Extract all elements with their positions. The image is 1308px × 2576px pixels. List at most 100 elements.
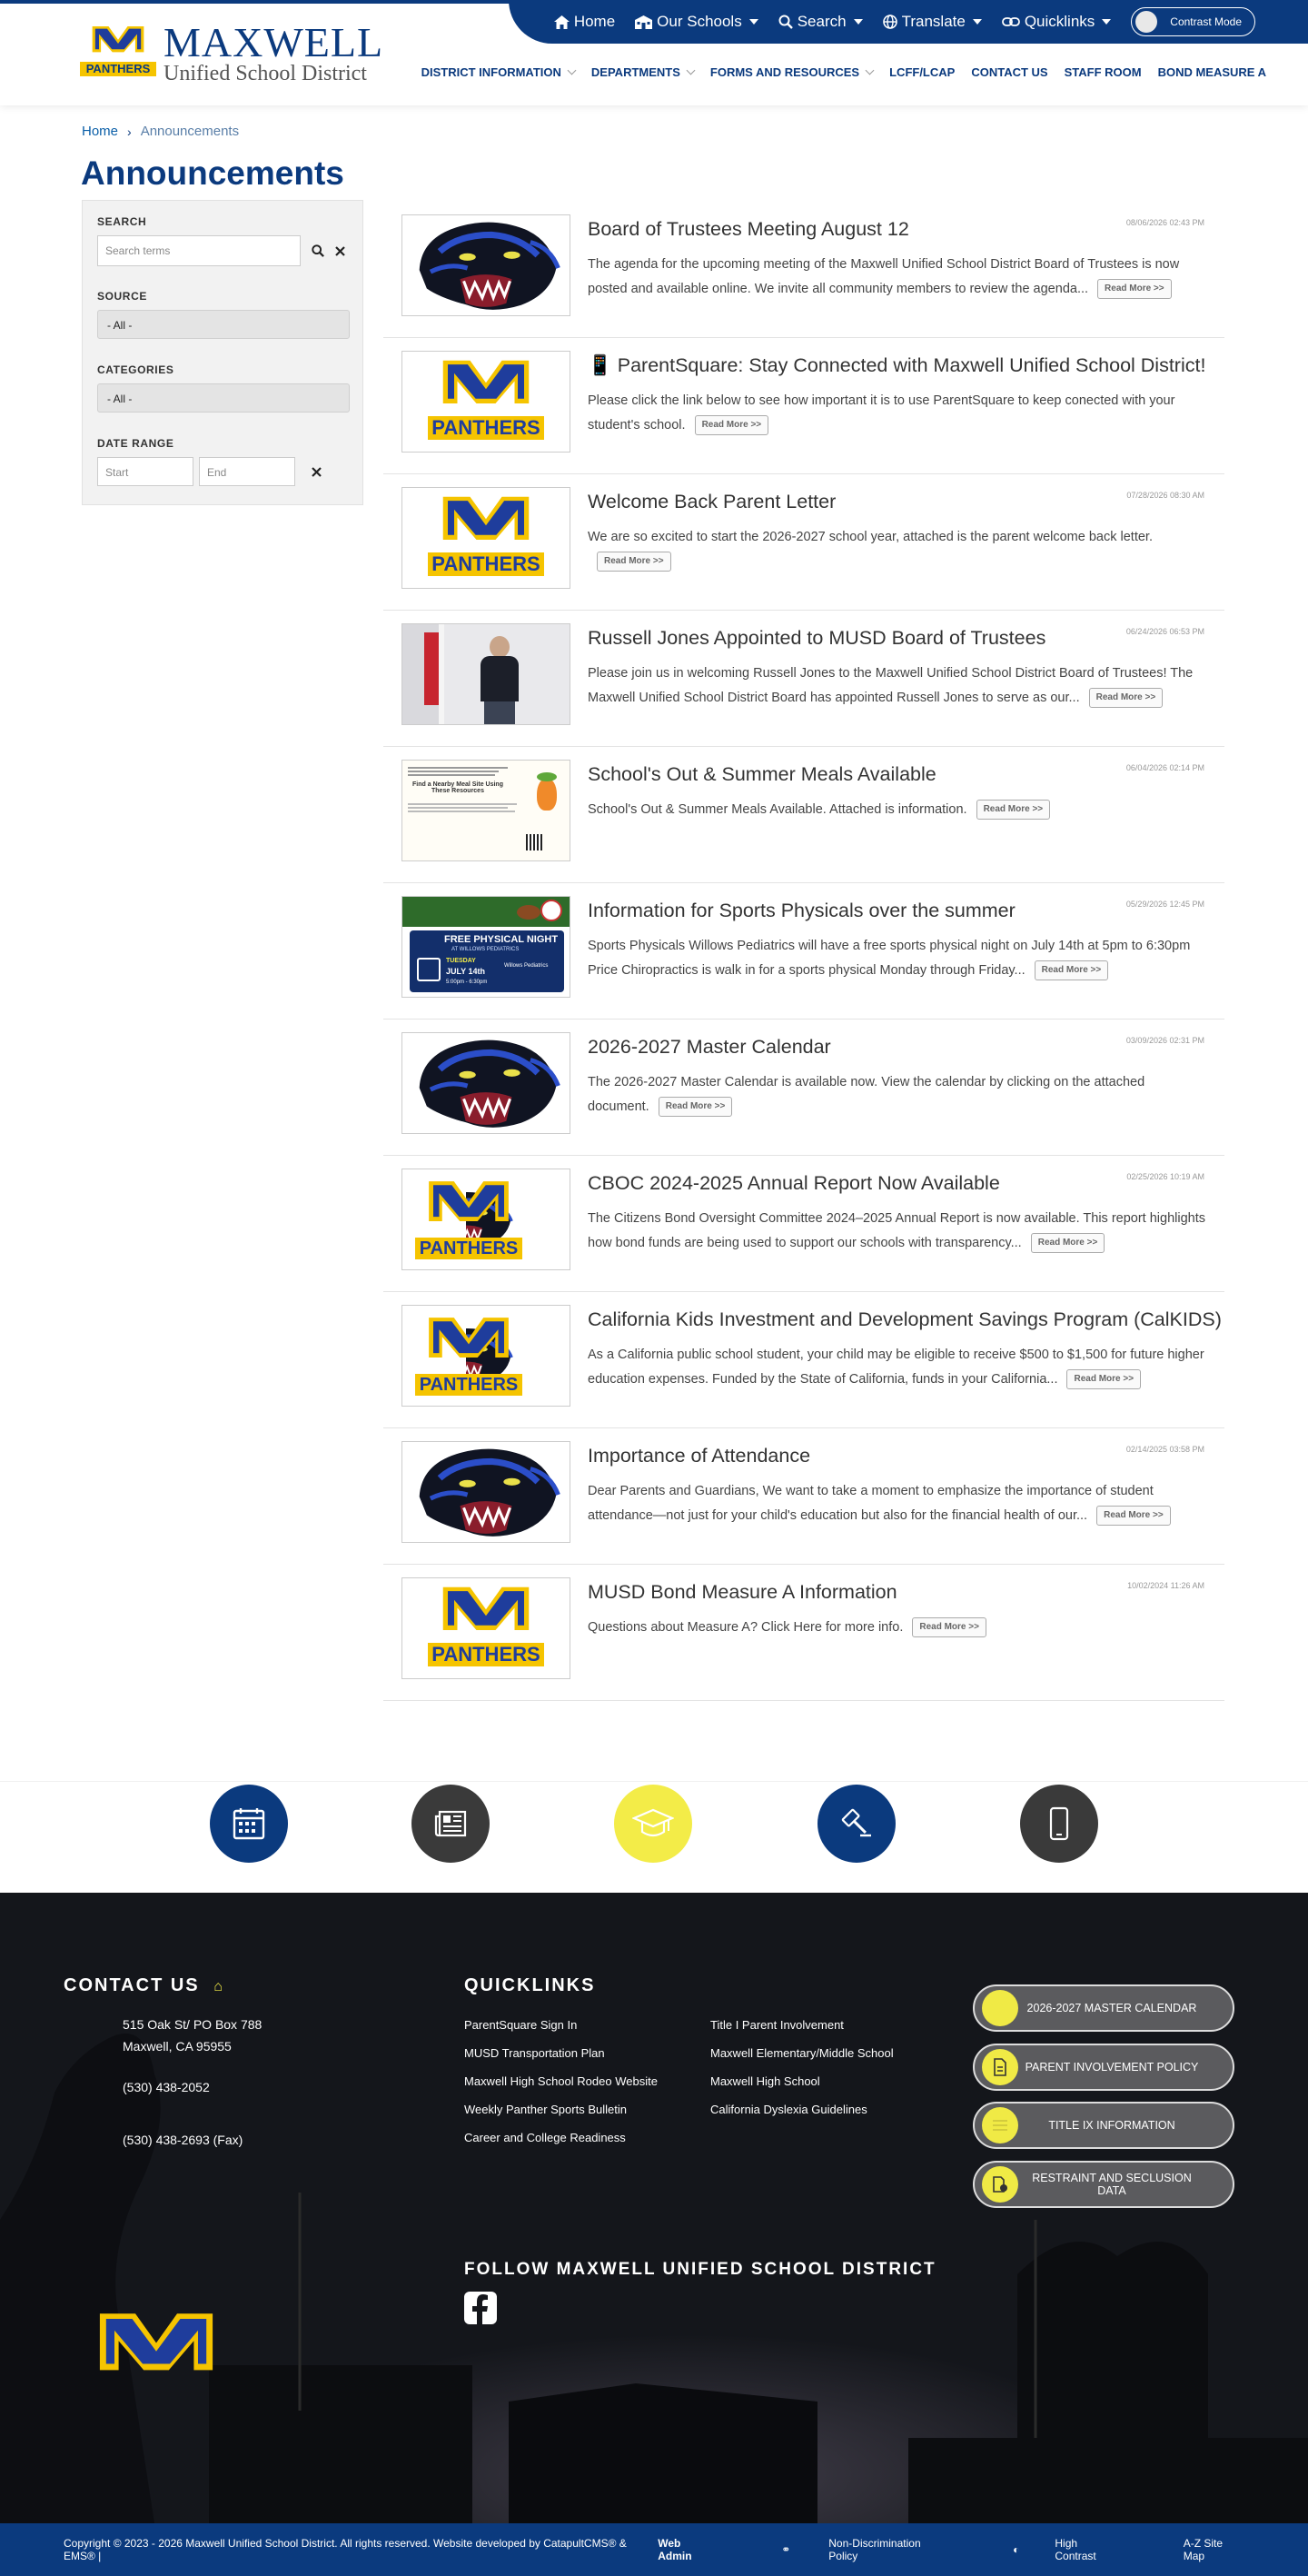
announcement-thumbnail[interactable] — [401, 623, 570, 725]
breadcrumb-home-link[interactable]: Home — [82, 124, 118, 139]
excerpt-text: Questions about Measure A? Click Here fo… — [588, 1620, 904, 1635]
announcement-title[interactable]: School's Out & Summer Meals Available — [588, 763, 936, 786]
contrast-mode-toggle[interactable]: Contrast Mode — [1131, 7, 1255, 36]
util-quicklinks[interactable]: Quicklinks — [1001, 13, 1112, 31]
quicklink-item[interactable]: Maxwell Elementary/Middle School — [710, 2046, 894, 2060]
parent-involvement-button[interactable]: PARENT INVOLVEMENT POLICY — [973, 2044, 1234, 2091]
announcement-thumbnail[interactable]: FREE PHYSICAL NIGHT AT WILLOWS PEDIATRICS… — [401, 896, 570, 998]
announcement-thumbnail[interactable]: PANTHERS — [401, 1169, 570, 1270]
quicklink-item[interactable]: Weekly Panther Sports Bulletin — [464, 2103, 627, 2116]
quicklink-item[interactable]: ParentSquare Sign In — [464, 2018, 577, 2032]
read-more-button[interactable]: Read More >> — [1066, 1369, 1142, 1390]
read-more-button[interactable]: Read More >> — [976, 800, 1051, 821]
nav-departments[interactable]: DEPARTMENTS — [590, 65, 696, 79]
announcement-thumbnail[interactable] — [401, 1032, 570, 1134]
announcement-title[interactable]: CBOC 2024-2025 Annual Report Now Availab… — [588, 1172, 1000, 1195]
announcement-thumbnail[interactable]: PANTHERS — [401, 1305, 570, 1407]
categories-select[interactable]: - All - — [97, 383, 350, 413]
web-admin-link[interactable]: Web Admin — [658, 2537, 716, 2562]
mobile-app-link[interactable] — [1020, 1785, 1098, 1863]
nav-label: DEPARTMENTS — [590, 65, 680, 79]
flyer-banner: FREE PHYSICAL NIGHT — [444, 934, 559, 945]
quicklink-item[interactable]: Title I Parent Involvement — [710, 2018, 844, 2032]
util-our-schools[interactable]: Our Schools — [635, 13, 758, 31]
quicklink-item[interactable]: Maxwell High School — [710, 2074, 820, 2088]
board-link[interactable] — [818, 1785, 896, 1863]
nav-forms-and-resources[interactable]: FORMS AND RESOURCES — [710, 65, 875, 79]
clear-icon[interactable] — [335, 245, 345, 256]
util-search[interactable]: Search — [778, 13, 863, 31]
source-select[interactable]: - All - — [97, 310, 350, 339]
announcement-title[interactable]: Information for Sports Physicals over th… — [588, 900, 1016, 922]
nav-lcff-lcap[interactable]: LCFF/LCAP — [889, 65, 955, 79]
util-translate[interactable]: Translate — [882, 13, 982, 31]
read-more-button[interactable]: Read More >> — [1030, 1233, 1105, 1254]
end-date-input[interactable]: End — [199, 457, 295, 486]
announcement-item: Importance of Attendance 02/14/2025 03:58… — [383, 1428, 1224, 1565]
newspaper-icon — [434, 1810, 467, 1837]
read-more-button[interactable]: Read More >> — [912, 1617, 986, 1638]
nav-district-information[interactable]: DISTRICT INFORMATION — [421, 65, 577, 79]
link-label: High Contrast — [1055, 2537, 1096, 2562]
search-input[interactable]: Search terms — [97, 235, 301, 266]
contrast-icon: ◐ — [1013, 2543, 1020, 2556]
announcement-title[interactable]: Welcome Back Parent Letter — [588, 491, 836, 513]
search-icon[interactable] — [312, 244, 324, 257]
nav-contact-us[interactable]: CONTACT US — [971, 65, 1047, 79]
phone-number[interactable]: (530) 438-2052 — [123, 2080, 210, 2094]
quicklink-item[interactable]: Career and College Readiness — [464, 2131, 626, 2144]
nav-label: STAFF ROOM — [1064, 65, 1142, 79]
announcement-title[interactable]: Board of Trustees Meeting August 12 — [588, 218, 909, 241]
announcement-title[interactable]: 2026-2027 Master Calendar — [588, 1036, 831, 1059]
nav-bond-measure-a[interactable]: BOND MEASURE A — [1158, 65, 1266, 79]
quicklink-item[interactable]: Maxwell High School Rodeo Website — [464, 2074, 658, 2088]
quicklink-item[interactable]: California Dyslexia Guidelines — [710, 2103, 867, 2116]
announcement-thumbnail[interactable]: PANTHERS — [401, 351, 570, 453]
panther-logo-icon — [402, 214, 570, 316]
flyer-day: TUESDAY — [446, 958, 476, 964]
read-more-button[interactable]: Read More >> — [597, 552, 671, 572]
announcement-item: Board of Trustees Meeting August 12 08/06… — [383, 202, 1224, 338]
master-calendar-button[interactable]: 2026-2027 MASTER CALENDAR — [973, 1984, 1234, 2032]
read-more-button[interactable]: Read More >> — [658, 1097, 733, 1118]
school-icon: ⌂ — [213, 1979, 224, 1994]
list-icon — [982, 2107, 1018, 2143]
announcement-thumbnail[interactable]: Find a Nearby Meal Site Using These Reso… — [401, 760, 570, 861]
non-discrimination-link[interactable]: ⚭ Non-Discrimination Policy — [748, 2537, 947, 2562]
announcement-title[interactable]: MUSD Bond Measure A Information — [588, 1581, 897, 1604]
announcement-excerpt: Dear Parents and Guardians, We want to t… — [588, 1479, 1205, 1528]
announcement-title[interactable]: 📱 ParentSquare: Stay Connected with Maxw… — [588, 354, 1205, 377]
quicklink-item[interactable]: MUSD Transportation Plan — [464, 2046, 605, 2060]
district-logo[interactable]: PANTHERS MAXWELL Unified School District — [80, 22, 383, 85]
read-more-button[interactable]: Read More >> — [1097, 279, 1172, 300]
people-icon: ⚭ — [781, 2543, 791, 2556]
m-panthers-with-panther-icon: PANTHERS — [402, 1305, 570, 1406]
academics-link[interactable] — [614, 1785, 692, 1863]
announcement-title[interactable]: Russell Jones Appointed to MUSD Board of… — [588, 627, 1045, 650]
start-date-input[interactable]: Start — [97, 457, 193, 486]
announcement-title[interactable]: California Kids Investment and Developme… — [588, 1308, 1222, 1331]
restraint-seclusion-button[interactable]: RESTRAINT AND SECLUSION DATA — [973, 2161, 1234, 2208]
button-label: 2026-2027 MASTER CALENDAR — [1026, 2002, 1197, 2014]
sitemap-link[interactable]: A-Z Site Map — [1151, 2537, 1244, 2562]
util-home[interactable]: Home — [553, 13, 615, 31]
read-more-button[interactable]: Read More >> — [1034, 960, 1109, 981]
nav-label: CONTACT US — [971, 65, 1048, 79]
title-ix-button[interactable]: TITLE IX INFORMATION — [973, 2102, 1234, 2149]
announcement-thumbnail[interactable] — [401, 214, 570, 316]
calendar-link[interactable] — [210, 1785, 288, 1863]
document-icon — [982, 2049, 1018, 2085]
excerpt-text: Please click the link below to see how i… — [588, 393, 1175, 433]
read-more-button[interactable]: Read More >> — [1096, 1506, 1171, 1527]
news-link[interactable] — [411, 1785, 490, 1863]
high-contrast-link[interactable]: ◐ High Contrast — [980, 2537, 1118, 2562]
announcement-thumbnail[interactable]: PANTHERS — [401, 1577, 570, 1679]
nav-staff-room[interactable]: STAFF ROOM — [1065, 65, 1142, 79]
read-more-button[interactable]: Read More >> — [694, 415, 769, 436]
announcement-thumbnail[interactable]: PANTHERS — [401, 487, 570, 589]
announcement-thumbnail[interactable] — [401, 1441, 570, 1543]
clear-date-icon[interactable] — [312, 466, 322, 477]
announcement-title[interactable]: Importance of Attendance — [588, 1445, 810, 1467]
facebook-link[interactable] — [464, 2292, 497, 2324]
read-more-button[interactable]: Read More >> — [1088, 688, 1164, 709]
